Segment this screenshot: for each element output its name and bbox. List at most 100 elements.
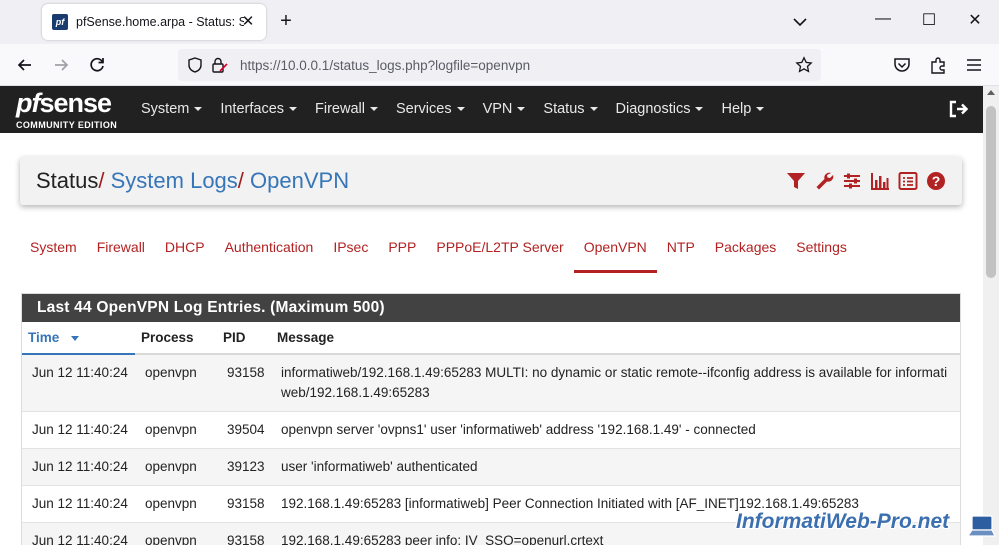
cell-message: user 'informatiweb' authenticated bbox=[271, 448, 960, 486]
reload-icon[interactable] bbox=[86, 54, 108, 76]
column-time-header[interactable]: Time bbox=[22, 322, 135, 355]
cell-time: Jun 12 11:40:24 bbox=[22, 353, 135, 412]
menu-system[interactable]: System bbox=[132, 86, 211, 133]
scroll-up-arrow-icon[interactable] bbox=[987, 90, 995, 95]
tab-ipsec[interactable]: IPsec bbox=[323, 233, 378, 273]
cell-pid: 39123 bbox=[217, 448, 271, 486]
close-window-icon[interactable]: ✕ bbox=[965, 10, 985, 34]
caret-down-icon bbox=[756, 107, 765, 112]
cell-process: openvpn bbox=[135, 411, 217, 449]
pfsense-logo[interactable]: pfsense COMMUNITY EDITION bbox=[16, 88, 126, 130]
tab-authentication[interactable]: Authentication bbox=[215, 233, 324, 273]
breadcrumb: Status/ System Logs/ OpenVPN ? bbox=[20, 157, 962, 205]
browser-navbar: https://10.0.0.1/status_logs.php?logfile… bbox=[0, 44, 999, 86]
tab-settings[interactable]: Settings bbox=[786, 233, 857, 273]
url-text[interactable]: https://10.0.0.1/status_logs.php?logfile… bbox=[240, 58, 530, 73]
menu-help[interactable]: Help bbox=[712, 86, 773, 133]
back-arrow-icon[interactable] bbox=[14, 54, 36, 76]
logo-edition: COMMUNITY EDITION bbox=[16, 120, 118, 130]
caret-down-icon bbox=[289, 107, 298, 112]
lock-warning-icon[interactable] bbox=[210, 56, 228, 74]
cell-pid: 39504 bbox=[217, 411, 271, 449]
menu-vpn[interactable]: VPN bbox=[474, 86, 535, 133]
cell-pid: 93158 bbox=[217, 353, 271, 412]
menu-diagnostics[interactable]: Diagnostics bbox=[607, 86, 713, 133]
pfsense-favicon-icon: pf bbox=[52, 14, 68, 30]
cell-pid: 93158 bbox=[217, 485, 271, 523]
hamburger-menu-icon[interactable] bbox=[963, 54, 985, 76]
sort-desc-icon bbox=[71, 335, 80, 341]
breadcrumb-separator: / bbox=[237, 168, 244, 193]
tab-openvpn[interactable]: OpenVPN bbox=[573, 233, 657, 273]
tab-firewall[interactable]: Firewall bbox=[87, 233, 155, 273]
cell-process: openvpn bbox=[135, 522, 217, 545]
cell-message: openvpn server 'ovpns1' user 'informatiw… bbox=[271, 411, 960, 449]
breadcrumb-actions: ? bbox=[786, 170, 946, 192]
log-tabs: System Firewall DHCP Authentication IPse… bbox=[20, 233, 857, 273]
browser-tabstrip: pf pfSense.home.arpa - Status: System Lo… bbox=[0, 0, 999, 44]
breadcrumb-status: Status bbox=[36, 168, 99, 193]
cell-time: Jun 12 11:40:24 bbox=[22, 448, 135, 486]
bar-chart-icon[interactable] bbox=[870, 170, 890, 192]
menu-services[interactable]: Services bbox=[387, 86, 474, 133]
url-path: /status_logs.php?logfile=openvpn bbox=[329, 58, 531, 73]
laptop-watermark-icon bbox=[966, 515, 996, 537]
pocket-icon[interactable] bbox=[891, 54, 913, 76]
menu-interfaces[interactable]: Interfaces bbox=[211, 86, 306, 133]
extensions-puzzle-icon[interactable] bbox=[927, 54, 949, 76]
tab-ntp[interactable]: NTP bbox=[657, 233, 705, 273]
sliders-icon[interactable] bbox=[842, 170, 862, 192]
table-row: Jun 12 11:40:24 openvpn 93158 informatiw… bbox=[22, 353, 960, 412]
breadcrumb-openvpn-link[interactable]: OpenVPN bbox=[250, 168, 349, 193]
tab-pppoe-l2tp-server[interactable]: PPPoE/L2TP Server bbox=[426, 233, 573, 273]
column-message-header[interactable]: Message bbox=[271, 322, 960, 355]
table-row: Jun 12 11:40:24 openvpn 39123 user 'info… bbox=[22, 448, 960, 486]
caret-down-icon bbox=[589, 107, 598, 112]
page-content: Status/ System Logs/ OpenVPN ? System Fi… bbox=[0, 133, 983, 545]
bookmark-star-icon[interactable] bbox=[795, 56, 813, 74]
tab-title: pfSense.home.arpa - Status: System Logs bbox=[76, 15, 244, 29]
svg-text:?: ? bbox=[932, 173, 941, 189]
page-title: Status/ System Logs/ OpenVPN bbox=[36, 168, 349, 194]
shield-icon[interactable] bbox=[186, 56, 204, 74]
table-header-row: Time Process PID Message bbox=[22, 322, 960, 355]
filter-icon[interactable] bbox=[786, 170, 806, 192]
column-pid-header[interactable]: PID bbox=[217, 322, 271, 355]
tab-packages[interactable]: Packages bbox=[705, 233, 786, 273]
cell-time: Jun 12 11:40:24 bbox=[22, 522, 135, 545]
browser-tab[interactable]: pf pfSense.home.arpa - Status: System Lo… bbox=[42, 4, 266, 40]
caret-down-icon bbox=[456, 107, 465, 112]
breadcrumb-system-logs-link[interactable]: System Logs bbox=[111, 168, 238, 193]
scroll-thumb[interactable] bbox=[986, 106, 996, 278]
tab-system[interactable]: System bbox=[20, 233, 87, 273]
help-question-icon[interactable]: ? bbox=[926, 170, 946, 192]
log-panel: Last 44 OpenVPN Log Entries. (Maximum 50… bbox=[21, 293, 961, 545]
caret-down-icon bbox=[517, 107, 526, 112]
new-tab-icon[interactable]: + bbox=[276, 10, 296, 34]
cell-time: Jun 12 11:40:24 bbox=[22, 411, 135, 449]
logout-icon[interactable] bbox=[948, 99, 968, 119]
cell-process: openvpn bbox=[135, 485, 217, 523]
list-alt-icon[interactable] bbox=[898, 170, 918, 192]
cell-message: informatiweb/192.168.1.49:65283 MULTI: n… bbox=[271, 353, 960, 412]
cell-process: openvpn bbox=[135, 353, 217, 412]
caret-down-icon bbox=[369, 107, 378, 112]
address-bar[interactable]: https://10.0.0.1/status_logs.php?logfile… bbox=[178, 49, 821, 81]
tab-ppp[interactable]: PPP bbox=[378, 233, 426, 273]
pfsense-header: pfsense COMMUNITY EDITION System Interfa… bbox=[0, 86, 983, 133]
maximize-window-icon[interactable]: ☐ bbox=[919, 10, 939, 34]
column-process-header[interactable]: Process bbox=[135, 322, 217, 355]
cell-pid: 93158 bbox=[217, 522, 271, 545]
log-panel-title: Last 44 OpenVPN Log Entries. (Maximum 50… bbox=[22, 294, 960, 322]
menu-firewall[interactable]: Firewall bbox=[306, 86, 387, 133]
menu-status[interactable]: Status bbox=[534, 86, 606, 133]
tab-dhcp[interactable]: DHCP bbox=[155, 233, 215, 273]
tab-close-icon[interactable]: ✕ bbox=[238, 12, 258, 32]
table-row: Jun 12 11:40:24 openvpn 39504 openvpn se… bbox=[22, 411, 960, 449]
page-scrollbar[interactable] bbox=[983, 86, 999, 545]
wrench-icon[interactable] bbox=[814, 170, 834, 192]
list-all-tabs-icon[interactable] bbox=[790, 12, 810, 32]
logo-wordmark: pfsense bbox=[16, 88, 112, 118]
minimize-window-icon[interactable]: — bbox=[873, 10, 893, 34]
forward-arrow-icon[interactable] bbox=[50, 54, 72, 76]
